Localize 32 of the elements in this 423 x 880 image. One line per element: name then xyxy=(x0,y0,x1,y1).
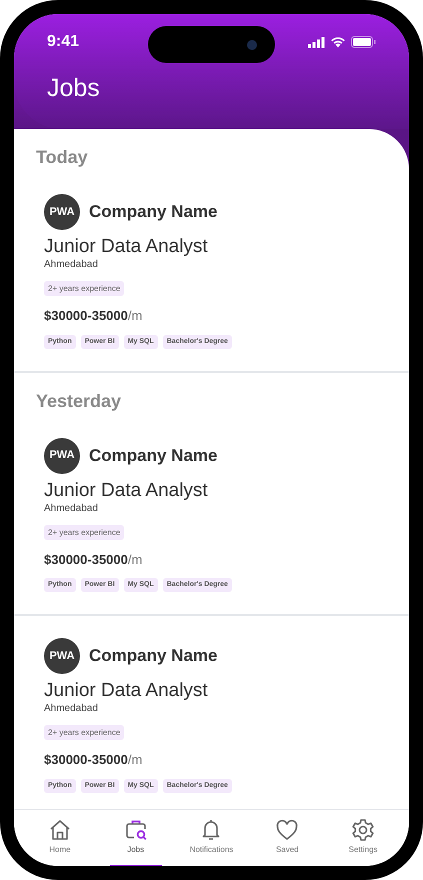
tab-bar-item[interactable]: Settings xyxy=(328,817,398,866)
salary-text: $30000-35000/m xyxy=(44,550,144,568)
experience-tag: 2+ years experience xyxy=(44,524,124,540)
job-title: Junior Data Analyst xyxy=(44,680,209,702)
company-name: Company Name xyxy=(89,444,218,467)
signal-icon xyxy=(308,36,325,48)
status-time: 9:41 xyxy=(47,32,80,52)
job-title: Junior Data Analyst xyxy=(44,480,209,502)
job-location: Ahmedabad xyxy=(44,502,99,516)
section-heading: Yesterday xyxy=(35,390,122,412)
experience-tag: 2+ years experience xyxy=(44,725,124,740)
battery-icon xyxy=(351,36,376,48)
company-name: Company Name xyxy=(89,645,218,668)
salary-text: $30000-35000/m xyxy=(44,751,144,769)
tab-bar-item[interactable]: Notifications xyxy=(176,817,246,866)
tab-bar-item[interactable]: Jobs xyxy=(100,817,171,866)
settings-icon xyxy=(350,817,376,843)
wifi-icon xyxy=(330,36,346,48)
experience-tag: 2+ years experience xyxy=(44,281,124,296)
tab-bar-item[interactable]: Home xyxy=(24,817,95,866)
company-logo: PWA xyxy=(44,638,80,674)
job-title: Junior Data Analyst xyxy=(44,236,209,258)
job-location: Ahmedabad xyxy=(44,258,99,272)
company-name: Company Name xyxy=(89,201,218,224)
salary-text: $30000-35000/m xyxy=(44,307,144,325)
heart-icon xyxy=(274,817,300,843)
company-logo: PWA xyxy=(44,438,80,474)
company-logo: PWA xyxy=(44,194,80,230)
page-title: Jobs xyxy=(46,73,101,104)
section-heading: Today xyxy=(35,146,89,168)
job-location: Ahmedabad xyxy=(44,702,99,716)
tab-bar-item[interactable]: Saved xyxy=(252,817,322,866)
